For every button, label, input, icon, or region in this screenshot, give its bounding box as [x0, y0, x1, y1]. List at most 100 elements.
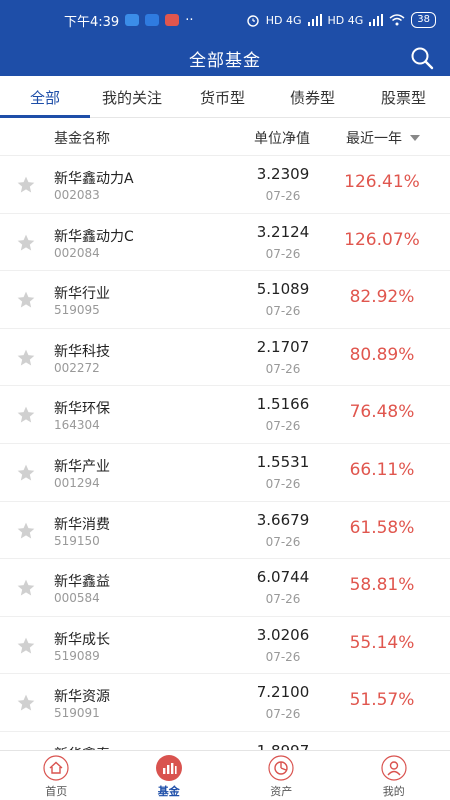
star-icon[interactable]	[16, 175, 36, 195]
fund-year-return: 61.58%	[349, 517, 415, 538]
fund-nav: 3.2309	[256, 165, 310, 183]
fund-year-return: 66.11%	[349, 459, 415, 480]
message-app-icon	[125, 14, 140, 26]
star-icon[interactable]	[16, 693, 36, 713]
fund-nav-date: 07-26	[265, 189, 301, 203]
fund-year-return: 82.92%	[349, 287, 415, 308]
status-left: 下午4:39 ··	[64, 11, 193, 30]
fund-nav: 1.5531	[256, 452, 310, 471]
signal-icon	[307, 14, 322, 26]
search-icon	[411, 47, 434, 70]
star-icon[interactable]	[16, 636, 36, 656]
column-nav-header[interactable]: 单位净值	[254, 128, 310, 148]
notification-app-icon	[165, 14, 180, 26]
fund-nav: 3.6679	[256, 510, 310, 529]
star-icon[interactable]	[16, 463, 36, 483]
fund-year-return: 51.57%	[349, 690, 415, 711]
fund-list: 新华鑫动力A 002083 3.2309 07-26 126.41% 新华鑫动力C 0020…	[0, 156, 450, 732]
fund-row[interactable]: 新华行业 519095 5.1089 07-26 82.92%	[0, 271, 450, 329]
fund-year-return: 76.48%	[349, 402, 415, 423]
nav-fund-label: 基金	[157, 785, 180, 798]
nav-me-label: 我的	[382, 785, 405, 798]
fund-nav-date: 07-26	[265, 649, 301, 664]
fund-nav: 3.2124	[256, 222, 310, 241]
fund-year-return: 126.41%	[344, 172, 420, 192]
nav-me[interactable]: 我的	[338, 751, 450, 800]
fund-name: 新华环保	[54, 401, 110, 418]
fund-name: 新华鑫动力C	[54, 228, 134, 245]
tab-bond[interactable]: 债券型	[290, 87, 335, 108]
fund-name: 新华行业	[54, 286, 110, 303]
fund-name: 新华鑫益	[54, 574, 110, 591]
search-button[interactable]	[408, 44, 436, 72]
fund-year-return: 126.07%	[344, 229, 420, 250]
star-icon[interactable]	[16, 578, 36, 598]
column-name-header: 基金名称	[54, 131, 110, 147]
fund-name: 新华产业	[54, 458, 110, 475]
fund-name: 新华消费	[54, 516, 110, 533]
nav-fund[interactable]: 基金	[113, 751, 226, 800]
fund-year-return: 55.14%	[349, 632, 415, 653]
nav-assets[interactable]: 资产	[225, 751, 338, 800]
status-right: HD 4G HD 4G 38	[246, 12, 436, 28]
fund-nav-date: 07-26	[265, 361, 301, 376]
fund-nav-date: 07-26	[265, 476, 301, 491]
fund-row[interactable]: 新华科技 002272 2.1707 07-26 80.89%	[0, 329, 450, 387]
star-icon[interactable]	[16, 348, 36, 368]
nav-assets-label: 资产	[270, 785, 293, 798]
fund-nav: 6.0744	[256, 568, 310, 587]
fund-nav: 7.2100	[256, 683, 310, 702]
network-b-label: HD 4G	[327, 13, 364, 27]
star-icon[interactable]	[16, 405, 36, 425]
fund-row[interactable]: 新华产业 001294 1.5531 07-26 66.11%	[0, 444, 450, 502]
fund-code: 002272	[54, 360, 100, 375]
fund-row[interactable]: 新华鑫动力A 002083 3.2309 07-26 126.41%	[0, 156, 450, 214]
fund-nav-date: 07-26	[265, 707, 301, 722]
fund-row[interactable]: 新华成长 519089 3.0206 07-26 55.14%	[0, 617, 450, 675]
status-time: 下午4:39	[64, 14, 120, 30]
column-return-header: 最近一年	[346, 131, 402, 147]
fund-nav-date: 07-26	[265, 246, 301, 261]
fund-nav: 2.1707	[256, 337, 310, 356]
fund-row[interactable]: 新华鑫益 000584 6.0744 07-26 58.81%	[0, 559, 450, 617]
fund-nav-date: 07-26	[265, 304, 301, 319]
tab-stock[interactable]: 股票型	[381, 87, 426, 108]
fund-row[interactable]: 新华资源 519091 7.2100 07-26 51.57%	[0, 674, 450, 732]
fund-year-return: 80.89%	[349, 344, 415, 365]
alipay-app-icon	[145, 14, 160, 26]
fund-row[interactable]: 新华消费 519150 3.6679 07-26 61.58%	[0, 502, 450, 560]
alarm-icon	[247, 15, 259, 27]
fund-code: 001294	[54, 475, 100, 490]
fund-year-return: 58.81%	[349, 575, 415, 596]
fund-code: 000584	[54, 591, 100, 606]
fund-code: 002084	[54, 245, 100, 260]
home-icon	[43, 755, 69, 781]
fund-name: 新华资源	[54, 689, 110, 706]
fund-nav: 5.1089	[256, 280, 310, 299]
nav-home[interactable]: 首页	[0, 751, 113, 800]
fund-row[interactable]: 新华鑫动力C 002084 3.2124 07-26 126.07%	[0, 214, 450, 272]
sort-down-icon	[410, 135, 421, 141]
pie-chart-icon	[268, 755, 294, 781]
battery-indicator: 38	[411, 12, 436, 28]
page-title: 全部基金	[189, 50, 261, 71]
category-tabs: 全部 我的关注 货币型 债券型 股票型	[0, 76, 450, 118]
fund-code: 519150	[54, 533, 100, 548]
column-return-sort[interactable]: 最近一年	[346, 128, 421, 148]
star-icon[interactable]	[16, 233, 36, 253]
fund-nav: 3.0206	[256, 625, 310, 644]
tab-watchlist[interactable]: 我的关注	[102, 87, 162, 108]
tab-money-market[interactable]: 货币型	[200, 87, 245, 108]
star-icon[interactable]	[16, 290, 36, 310]
status-more-dots: ··	[185, 12, 194, 28]
tab-all[interactable]: 全部	[30, 87, 60, 108]
fund-name: 新华科技	[54, 343, 110, 360]
fund-code: 002083	[54, 188, 100, 202]
bottom-nav: 首页 基金 资产 我的	[0, 750, 450, 800]
star-icon[interactable]	[16, 521, 36, 541]
fund-chart-icon	[155, 755, 182, 781]
fund-nav-date: 07-26	[265, 534, 301, 549]
fund-code: 164304	[54, 418, 100, 433]
fund-row[interactable]: 新华环保 164304 1.5166 07-26 76.48%	[0, 386, 450, 444]
fund-nav-date: 07-26	[265, 592, 301, 607]
